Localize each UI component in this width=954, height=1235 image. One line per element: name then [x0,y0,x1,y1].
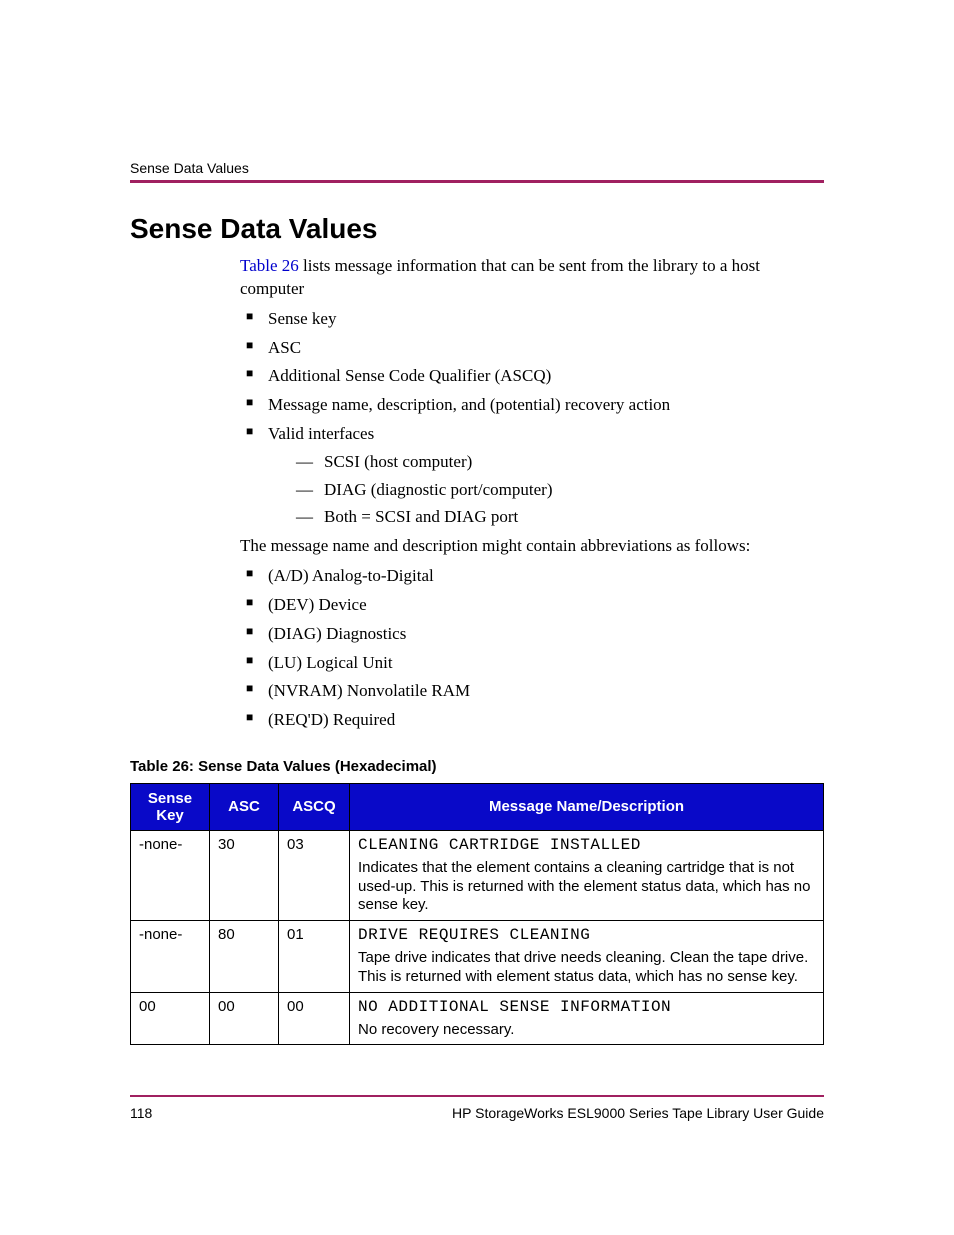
message-name: DRIVE REQUIRES CLEANING [358,926,590,944]
cell-sense-key: 00 [131,992,210,1045]
sense-data-table: Sense Key ASC ASCQ Message Name/Descript… [130,783,824,1046]
cell-asc: 80 [210,921,279,993]
list-item: (DIAG) Diagnostics [240,622,824,646]
intro-after-ref: lists message information that can be se… [240,256,760,298]
sub-list: SCSI (host computer) DIAG (diagnostic po… [268,450,824,529]
intro-paragraph: Table 26 lists message information that … [240,255,824,301]
table-ref-link[interactable]: Table 26 [240,256,299,275]
table-row: -none- 80 01 DRIVE REQUIRES CLEANING Tap… [131,921,824,993]
message-desc: Tape drive indicates that drive needs cl… [358,949,815,987]
cell-sense-key: -none- [131,830,210,920]
list-item-label: Valid interfaces [268,424,374,443]
cell-message: NO ADDITIONAL SENSE INFORMATION No recov… [350,992,824,1045]
message-desc: No recovery necessary. [358,1021,815,1040]
cell-ascq: 00 [279,992,350,1045]
list-item: (LU) Logical Unit [240,651,824,675]
cell-asc: 30 [210,830,279,920]
list-item: (A/D) Analog-to-Digital [240,564,824,588]
table-caption: Table 26: Sense Data Values (Hexadecimal… [130,758,824,775]
cell-ascq: 03 [279,830,350,920]
sub-list-item: SCSI (host computer) [296,450,824,474]
list-item: ASC [240,336,824,360]
sub-list-item: Both = SCSI and DIAG port [296,505,824,529]
message-name: CLEANING CARTRIDGE INSTALLED [358,836,641,854]
list-item: (NVRAM) Nonvolatile RAM [240,679,824,703]
abbrev-list: (A/D) Analog-to-Digital (DEV) Device (DI… [240,564,824,732]
message-name: NO ADDITIONAL SENSE INFORMATION [358,998,671,1016]
table-row: 00 00 00 NO ADDITIONAL SENSE INFORMATION… [131,992,824,1045]
cell-ascq: 01 [279,921,350,993]
page-number: 118 [130,1105,152,1121]
page-footer: 118 HP StorageWorks ESL9000 Series Tape … [130,1095,824,1121]
table-row: -none- 30 03 CLEANING CARTRIDGE INSTALLE… [131,830,824,920]
running-head: Sense Data Values [130,160,824,176]
list-item: Additional Sense Code Qualifier (ASCQ) [240,364,824,388]
cell-message: CLEANING CARTRIDGE INSTALLED Indicates t… [350,830,824,920]
list-item: (DEV) Device [240,593,824,617]
mid-paragraph: The message name and description might c… [240,535,824,558]
list-item: Valid interfaces SCSI (host computer) DI… [240,422,824,529]
page: Sense Data Values Sense Data Values Tabl… [0,0,954,1235]
message-desc: Indicates that the element contains a cl… [358,859,815,915]
footer-row: 118 HP StorageWorks ESL9000 Series Tape … [130,1105,824,1121]
doc-title: HP StorageWorks ESL9000 Series Tape Libr… [452,1105,824,1121]
col-header-sense-key: Sense Key [131,783,210,830]
col-header-asc: ASC [210,783,279,830]
header-rule [130,180,824,183]
cell-sense-key: -none- [131,921,210,993]
col-header-message: Message Name/Description [350,783,824,830]
footer-rule [130,1095,824,1097]
list-item: (REQ'D) Required [240,708,824,732]
body-text: Table 26 lists message information that … [240,255,824,732]
table-header-row: Sense Key ASC ASCQ Message Name/Descript… [131,783,824,830]
section-title: Sense Data Values [130,213,824,245]
cell-asc: 00 [210,992,279,1045]
list-item: Message name, description, and (potentia… [240,393,824,417]
info-list: Sense key ASC Additional Sense Code Qual… [240,307,824,529]
sub-list-item: DIAG (diagnostic port/computer) [296,478,824,502]
list-item: Sense key [240,307,824,331]
cell-message: DRIVE REQUIRES CLEANING Tape drive indic… [350,921,824,993]
col-header-ascq: ASCQ [279,783,350,830]
